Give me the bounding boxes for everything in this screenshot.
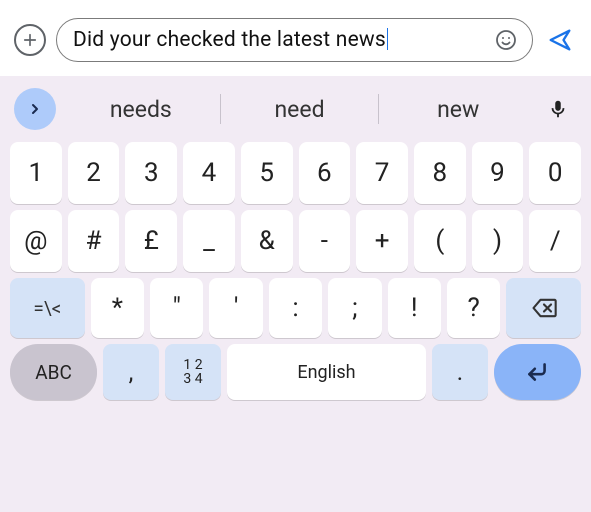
key-underscore[interactable]: _ (183, 210, 235, 272)
message-input[interactable]: Did your checked the latest news (73, 28, 486, 52)
key-exclaim[interactable]: ! (388, 278, 441, 338)
suggestion-2[interactable]: need (221, 88, 379, 131)
compose-bar: Did your checked the latest news (0, 0, 591, 76)
key-lparen[interactable]: ( (414, 210, 466, 272)
key-dquote[interactable]: " (150, 278, 203, 338)
key-comma[interactable]: , (103, 344, 159, 400)
key-7[interactable]: 7 (356, 142, 408, 204)
key-rparen[interactable]: ) (472, 210, 524, 272)
key-semicolon[interactable]: ; (328, 278, 381, 338)
expand-suggestions-button[interactable] (14, 88, 56, 130)
text-cursor (387, 28, 389, 50)
key-5[interactable]: 5 (241, 142, 293, 204)
key-at[interactable]: @ (10, 210, 62, 272)
key-6[interactable]: 6 (299, 142, 351, 204)
numpad-top: 1 2 (183, 358, 202, 372)
key-row-3: =\< * " ' : ; ! ? (4, 278, 587, 338)
text-underlined-compose: news (336, 28, 386, 52)
suggestion-1[interactable]: needs (62, 88, 220, 131)
text-underlined-grammar: your checked (110, 28, 236, 52)
send-button[interactable] (543, 23, 577, 57)
key-ampersand[interactable]: & (241, 210, 293, 272)
key-4[interactable]: 4 (183, 142, 235, 204)
voice-input-button[interactable] (537, 88, 579, 130)
key-plus[interactable]: + (356, 210, 408, 272)
emoji-button[interactable] (492, 26, 520, 54)
key-row-2: @ # £ _ & - + ( ) / (4, 210, 587, 272)
key-minus[interactable]: - (299, 210, 351, 272)
key-pound[interactable]: £ (125, 210, 177, 272)
key-star[interactable]: * (91, 278, 144, 338)
on-screen-keyboard: needs need new 1 2 3 4 5 6 7 8 9 0 @ # £… (0, 76, 591, 512)
numpad-bottom: 3 4 (183, 372, 202, 386)
key-hash[interactable]: # (68, 210, 120, 272)
key-row-4: ABC , 1 2 3 4 English . (4, 344, 587, 400)
key-enter[interactable] (494, 344, 581, 400)
message-input-pill: Did your checked the latest news (56, 18, 533, 62)
key-switch-abc[interactable]: ABC (10, 344, 97, 400)
key-row-1: 1 2 3 4 5 6 7 8 9 0 (4, 142, 587, 204)
key-space[interactable]: English (227, 344, 426, 400)
key-1[interactable]: 1 (10, 142, 62, 204)
key-question[interactable]: ? (447, 278, 500, 338)
key-8[interactable]: 8 (414, 142, 466, 204)
key-more-symbols[interactable]: =\< (10, 278, 85, 338)
key-squote[interactable]: ' (209, 278, 262, 338)
suggestion-3[interactable]: new (379, 88, 537, 131)
add-attachment-button[interactable] (14, 24, 46, 56)
key-colon[interactable]: : (269, 278, 322, 338)
text-plain: the latest (236, 28, 336, 52)
key-slash[interactable]: / (529, 210, 581, 272)
key-period[interactable]: . (432, 344, 488, 400)
key-0[interactable]: 0 (529, 142, 581, 204)
key-9[interactable]: 9 (472, 142, 524, 204)
suggestion-strip: needs need new (4, 82, 587, 136)
key-numpad[interactable]: 1 2 3 4 (165, 344, 221, 400)
key-backspace[interactable] (506, 278, 581, 338)
text-plain: Did (73, 28, 110, 52)
key-2[interactable]: 2 (68, 142, 120, 204)
key-3[interactable]: 3 (125, 142, 177, 204)
